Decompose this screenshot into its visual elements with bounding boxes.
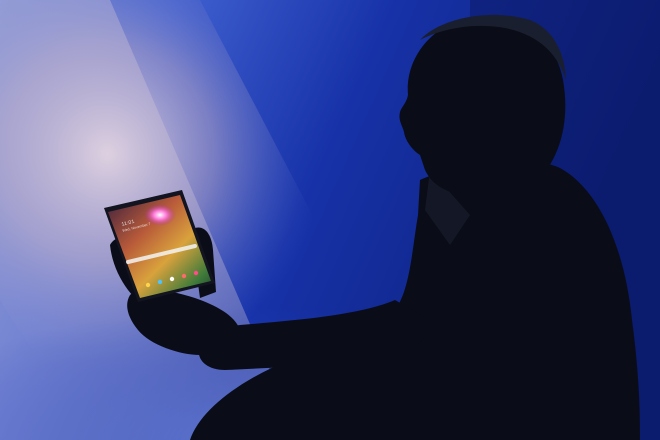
photo-scene: 11:01 Wed, November 7 xyxy=(0,0,660,440)
app-icon xyxy=(169,276,175,282)
app-icon xyxy=(193,270,199,276)
photo-canvas xyxy=(0,0,660,440)
app-icon xyxy=(181,273,187,279)
app-icon xyxy=(157,279,163,285)
app-icon xyxy=(145,282,151,288)
